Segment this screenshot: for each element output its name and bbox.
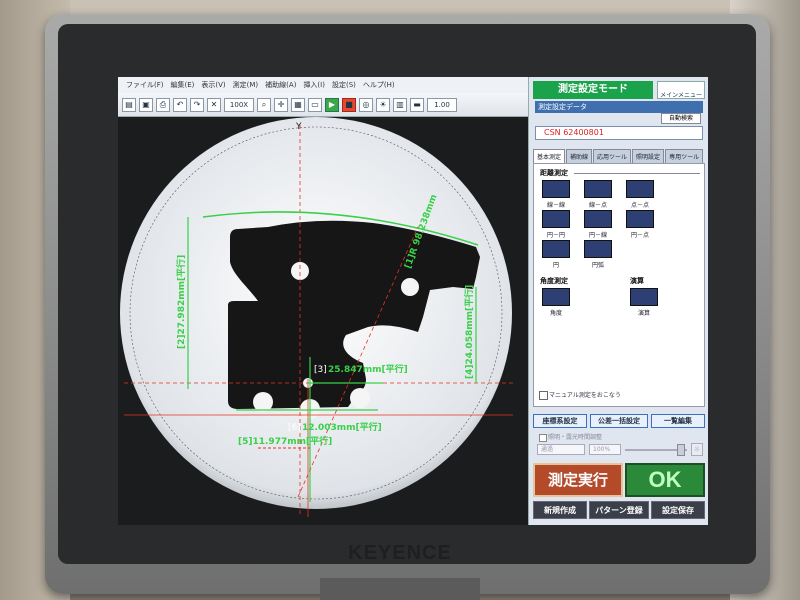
zoom-select[interactable]: 100X bbox=[224, 97, 254, 112]
section-divider bbox=[574, 173, 700, 174]
tab-basic[interactable]: 基本測定 bbox=[533, 149, 566, 164]
edge-icon[interactable]: ▥ bbox=[393, 97, 407, 112]
settings-data-label: 測定設定データ bbox=[535, 101, 703, 113]
tool-tabs: 基本測定 補助線 応用ツール 照明設定 専用ツール bbox=[533, 149, 704, 164]
settings-data-select[interactable]: CSN 62400801 bbox=[535, 126, 703, 140]
tab-content: 距離測定 線－線 線－点 点－点 円－円 円－線 円－点 円 円弧 角度測定 演… bbox=[533, 163, 705, 407]
circle-line-label: 円－線 bbox=[588, 232, 607, 239]
slider-knob[interactable] bbox=[677, 444, 685, 456]
circle-label: 円 bbox=[552, 262, 559, 269]
coordinate-settings-button[interactable]: 座標系設定 bbox=[533, 414, 587, 428]
hole-bl bbox=[253, 392, 273, 412]
save-settings-button[interactable]: 設定保存 bbox=[651, 501, 705, 519]
tab-lighting[interactable]: 照明設定 bbox=[632, 149, 665, 164]
line-line-icon[interactable] bbox=[542, 180, 570, 198]
adjust-checkbox[interactable] bbox=[539, 434, 547, 442]
pattern-register-button[interactable]: パターン登録 bbox=[589, 501, 649, 519]
angle-section-label: 角度測定 bbox=[540, 277, 568, 285]
monitor-screen: ファイル(F) 編集(E) 表示(V) 測定(M) 補助線(A) 挿入(I) 設… bbox=[118, 77, 708, 525]
line-point-label: 線－点 bbox=[588, 202, 607, 209]
line-point-icon[interactable] bbox=[584, 180, 612, 198]
menu-measure[interactable]: 測定(M) bbox=[233, 80, 259, 90]
menu-settings[interactable]: 設定(S) bbox=[332, 80, 356, 90]
result-ok-indicator: OK bbox=[625, 463, 705, 497]
toolbar: ▤ ▣ ⎙ ↶ ↷ ✕ 100X ⌕ ✛ ▦ ▭ ▶ ■ ◎ ☀ ▥ ▬ 1.0… bbox=[118, 93, 528, 117]
line-line-label: 線－線 bbox=[546, 202, 565, 209]
print-icon[interactable]: ⎙ bbox=[156, 97, 170, 112]
y-axis-label: Y bbox=[295, 122, 302, 132]
stop-icon[interactable]: ■ bbox=[342, 97, 356, 112]
circle-circle-icon[interactable] bbox=[542, 210, 570, 228]
point-point-icon[interactable] bbox=[626, 180, 654, 198]
circle-point-label: 円－点 bbox=[630, 232, 649, 239]
menu-help[interactable]: ヘルプ(H) bbox=[363, 80, 395, 90]
circle-icon[interactable] bbox=[542, 240, 570, 258]
play-icon[interactable]: ▶ bbox=[325, 97, 339, 112]
point-point-label: 点－点 bbox=[630, 202, 649, 209]
measure-label-6-id: [6] bbox=[288, 423, 301, 433]
ratio-select[interactable]: 1.00 bbox=[427, 97, 457, 112]
measure-label-2: [2]27.982mm[平行] bbox=[175, 255, 187, 349]
mode-title: 測定設定モード bbox=[533, 81, 653, 99]
delete-icon[interactable]: ✕ bbox=[207, 97, 221, 112]
speed-select[interactable]: 通過 bbox=[537, 444, 585, 455]
measure-label-6: 12.003mm[平行] bbox=[302, 421, 382, 433]
x-axis-label: X bbox=[504, 372, 510, 382]
menu-bar: ファイル(F) 編集(E) 表示(V) 測定(M) 補助線(A) 挿入(I) 設… bbox=[118, 77, 528, 93]
circle-circle-label: 円－円 bbox=[546, 232, 565, 239]
target-icon[interactable]: ◎ bbox=[359, 97, 373, 112]
hole-top bbox=[291, 262, 309, 280]
right-panel: 測定設定モード メインメニューへ 測定設定データ 自動検索 CSN 624008… bbox=[528, 77, 708, 525]
hole-br bbox=[350, 388, 370, 408]
menu-auxline[interactable]: 補助線(A) bbox=[265, 80, 296, 90]
adjust-label: 照明・露光時間調整 bbox=[548, 434, 603, 441]
hole-right bbox=[401, 278, 419, 296]
main-menu-button[interactable]: メインメニューへ bbox=[657, 81, 705, 108]
magnifier-icon[interactable]: ⌕ bbox=[257, 97, 271, 112]
calc-icon[interactable] bbox=[630, 288, 658, 306]
grid-icon[interactable]: ▦ bbox=[291, 97, 305, 112]
color-icon[interactable]: ▬ bbox=[410, 97, 424, 112]
arc-icon[interactable] bbox=[584, 240, 612, 258]
tolerance-batch-button[interactable]: 公差一括設定 bbox=[590, 414, 648, 428]
tab-special[interactable]: 専用ツール bbox=[665, 149, 704, 164]
auto-search-button[interactable]: 自動検索 bbox=[661, 113, 701, 124]
angle-icon[interactable] bbox=[542, 288, 570, 306]
distance-section-label: 距離測定 bbox=[540, 169, 568, 177]
open-icon[interactable]: ▤ bbox=[122, 97, 136, 112]
redo-icon[interactable]: ↷ bbox=[190, 97, 204, 112]
tab-applied[interactable]: 応用ツール bbox=[593, 149, 632, 164]
monitor-stand bbox=[320, 578, 480, 600]
lighting-icon[interactable]: ☀ bbox=[376, 97, 390, 112]
stage-icon[interactable]: ▭ bbox=[308, 97, 322, 112]
save-icon[interactable]: ▣ bbox=[139, 97, 153, 112]
measure-label-4: [4]24.058mm[平行] bbox=[463, 285, 475, 379]
measure-label-3: 25.847mm[平行] bbox=[328, 363, 408, 375]
angle-label: 角度 bbox=[549, 310, 562, 317]
menu-edit[interactable]: 編集(E) bbox=[171, 80, 195, 90]
measure-label-5: [5]11.977mm[平行] bbox=[238, 435, 332, 447]
tab-auxline[interactable]: 補助線 bbox=[566, 149, 593, 164]
circle-line-icon[interactable] bbox=[584, 210, 612, 228]
percent-select[interactable]: 100% bbox=[589, 444, 621, 455]
calc-label: 演算 bbox=[637, 310, 650, 317]
new-create-button[interactable]: 新規作成 bbox=[533, 501, 587, 519]
menu-file[interactable]: ファイル(F) bbox=[126, 80, 164, 90]
menu-view[interactable]: 表示(V) bbox=[201, 80, 225, 90]
brand-logo: KEYENCE bbox=[348, 542, 452, 564]
run-measure-button[interactable]: 測定実行 bbox=[533, 463, 623, 497]
undo-icon[interactable]: ↶ bbox=[173, 97, 187, 112]
crosshair-icon[interactable]: ✛ bbox=[274, 97, 288, 112]
manual-measure-checkbox[interactable] bbox=[539, 391, 548, 400]
circle-point-icon[interactable] bbox=[626, 210, 654, 228]
measurement-overlay: Y X [1]R 98.238mm [2]27.982mm[平行] [4]24.… bbox=[120, 117, 513, 517]
arc-label: 円弧 bbox=[591, 262, 604, 269]
calc-section-label: 演算 bbox=[630, 277, 644, 285]
measure-label-3-id: [3] bbox=[314, 365, 327, 375]
manual-measure-label: マニュアル測定をおこなう bbox=[549, 392, 621, 399]
list-edit-button[interactable]: 一覧編集 bbox=[651, 414, 705, 428]
camera-view[interactable]: Y X [1]R 98.238mm [2]27.982mm[平行] [4]24.… bbox=[118, 117, 528, 525]
menu-insert[interactable]: 挿入(I) bbox=[303, 80, 325, 90]
bulb-icon[interactable]: ☼ bbox=[691, 443, 703, 456]
